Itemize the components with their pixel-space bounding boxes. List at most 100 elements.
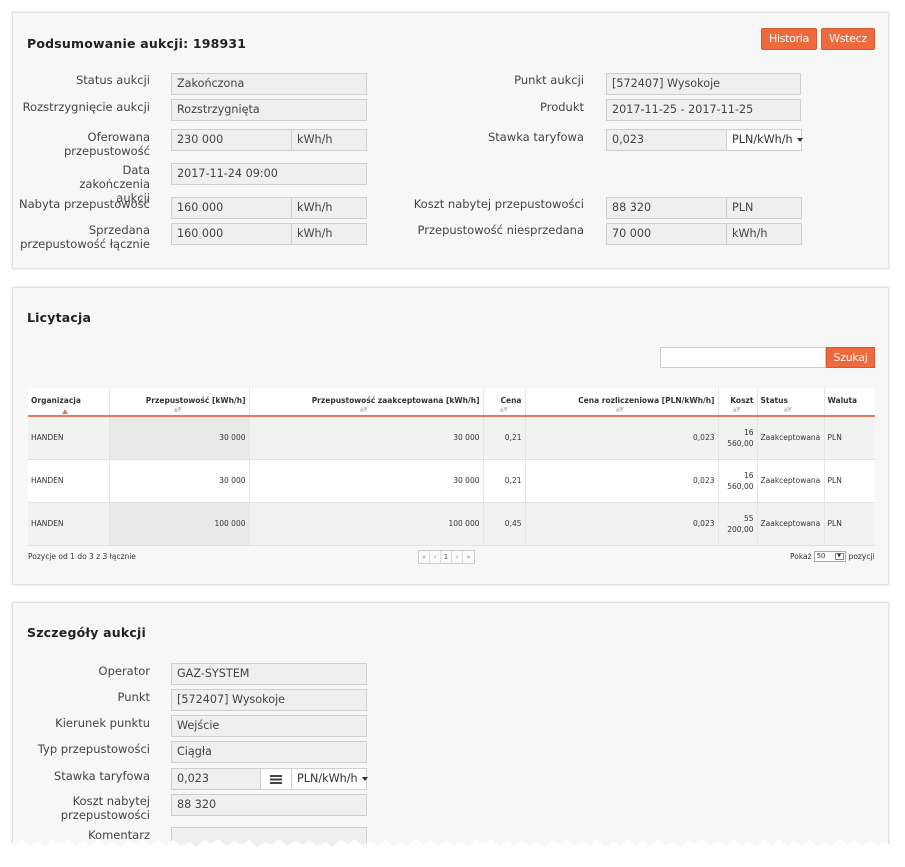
acquired-capacity-label: Nabyta przepustowość xyxy=(19,197,150,211)
auction-point-field: [572407] Wysokoje xyxy=(606,73,801,95)
table-row[interactable]: HANDEN 30 000 30 000 0,21 0,023 16 560,00… xyxy=(28,459,875,503)
operator-label: Operator xyxy=(98,664,150,678)
table-info: Pozycje od 1 do 3 z 3 łącznie xyxy=(28,552,136,561)
cell-cost: 16 560,00 xyxy=(718,416,758,460)
list-icon xyxy=(270,774,282,784)
status-field: Zakończona xyxy=(171,73,367,95)
torn-edge-decoration xyxy=(0,839,905,867)
table-row[interactable]: HANDEN 100 000 100 000 0,45 0,023 55 200,… xyxy=(28,502,875,546)
tariff-label: Stawka taryfowa xyxy=(487,130,584,144)
resolution-field: Rozstrzygnięta xyxy=(171,99,367,121)
sold-capacity-field: 160 000 xyxy=(171,223,292,245)
offered-capacity-field: 230 000 xyxy=(171,129,292,151)
end-date-field: 2017-11-24 09:00 xyxy=(171,163,367,185)
first-page-button[interactable]: « xyxy=(419,551,430,563)
auction-summary-panel: Podsumowanie aukcji: 198931 Historia Wst… xyxy=(12,12,889,269)
acquired-capacity-unit: kWh/h xyxy=(291,197,367,219)
offered-capacity-unit: kWh/h xyxy=(291,129,367,151)
next-page-button[interactable]: › xyxy=(452,551,463,563)
details-title: Szczegóły aukcji xyxy=(27,625,146,640)
direction-label: Kierunek punktu xyxy=(55,716,150,730)
details-tariff-unit-value: PLN/kWh/h xyxy=(297,772,358,785)
tariff-list-button[interactable] xyxy=(260,768,292,790)
col-currency[interactable]: Waluta xyxy=(824,388,875,417)
offered-capacity-label: Oferowana przepustowość xyxy=(63,130,150,158)
sort-icon: ▲▼ xyxy=(783,406,792,413)
sort-icon: ▲▼ xyxy=(499,406,508,413)
col-capacity[interactable]: Przepustowość [kWh/h] ▲▼ xyxy=(109,388,250,417)
caret-down-icon xyxy=(361,777,368,781)
page-size-control: Pokaż 50 ▼ pozycji xyxy=(790,551,875,562)
sold-capacity-unit: kWh/h xyxy=(291,223,367,245)
cost-label: Koszt nabytej przepustowości xyxy=(413,197,584,211)
col-organization[interactable]: Organizacja xyxy=(28,388,110,417)
product-field: 2017-11-25 - 2017-11-25 xyxy=(606,99,801,121)
point-field: [572407] Wysokoje xyxy=(171,689,367,711)
col-cost[interactable]: Koszt ▲▼ xyxy=(718,388,758,417)
sort-icon: ▲▼ xyxy=(615,406,624,413)
cell-organization: HANDEN xyxy=(28,416,110,460)
col-settlement-price[interactable]: Cena rozliczeniowa [PLN/kWh/h] ▲▼ xyxy=(525,388,719,417)
cell-price: 0,21 xyxy=(483,459,526,503)
col-price[interactable]: Cena ▲▼ xyxy=(483,388,526,417)
cell-currency: PLN xyxy=(824,416,875,460)
sort-icon: ▲▼ xyxy=(732,406,741,413)
col-status[interactable]: Status ▲▼ xyxy=(757,388,825,417)
cell-price: 0,21 xyxy=(483,416,526,460)
cell-status: Zaakceptowana xyxy=(757,459,825,503)
chevron-down-icon: ▼ xyxy=(834,553,844,560)
cell-cost: 16 560,00 xyxy=(718,459,758,503)
cost-field: 88 320 xyxy=(606,197,727,219)
details-cost-label: Koszt nabytej przepustowości xyxy=(60,794,150,822)
last-page-button[interactable]: » xyxy=(463,551,474,563)
cost-unit: PLN xyxy=(726,197,802,219)
details-tariff-field: 0,023 xyxy=(171,768,261,790)
sort-icon: ▲▼ xyxy=(359,406,368,413)
bidding-title: Licytacja xyxy=(27,310,92,325)
operator-field: GAZ-SYSTEM xyxy=(171,663,367,685)
capacity-type-label: Typ przepustowości xyxy=(37,742,150,756)
tariff-unit-dropdown[interactable]: PLN/kWh/h xyxy=(726,129,803,151)
cell-price: 0,45 xyxy=(483,502,526,546)
details-tariff-label: Stawka taryfowa xyxy=(53,769,150,783)
cell-currency: PLN xyxy=(824,502,875,546)
back-button[interactable]: Wstecz xyxy=(821,28,875,50)
history-button[interactable]: Historia xyxy=(761,28,817,50)
search-input[interactable] xyxy=(660,347,826,368)
pagination: « ‹ 1 › » xyxy=(418,550,475,564)
unsold-capacity-field: 70 000 xyxy=(606,223,727,245)
cell-accepted-capacity: 100 000 xyxy=(249,502,484,546)
table-row[interactable]: HANDEN 30 000 30 000 0,21 0,023 16 560,00… xyxy=(28,416,875,460)
page-size-select[interactable]: 50 ▼ xyxy=(813,551,846,562)
status-label: Status aukcji xyxy=(75,73,150,87)
cell-settlement-price: 0,023 xyxy=(525,459,719,503)
cell-status: Zaakceptowana xyxy=(757,502,825,546)
cell-settlement-price: 0,023 xyxy=(525,502,719,546)
unsold-capacity-unit: kWh/h xyxy=(726,223,802,245)
sort-asc-icon xyxy=(62,409,68,414)
sort-icon: ▲▼ xyxy=(173,406,182,413)
sold-capacity-label: Sprzedana przepustowość łącznie xyxy=(20,223,150,251)
page-1-button[interactable]: 1 xyxy=(441,551,452,563)
details-tariff-unit-dropdown[interactable]: PLN/kWh/h xyxy=(291,768,368,790)
cell-capacity: 30 000 xyxy=(109,459,250,503)
cell-accepted-capacity: 30 000 xyxy=(249,416,484,460)
bids-table: Organizacja Przepustowość [kWh/h] ▲▼ Prz… xyxy=(28,388,875,546)
show-label: Pokaż xyxy=(790,552,812,561)
auction-details-panel: Szczegóły aukcji Operator GAZ-SYSTEM Pun… xyxy=(12,602,889,867)
col-accepted-capacity[interactable]: Przepustowość zaakceptowana [kWh/h] ▲▼ xyxy=(249,388,484,417)
tariff-unit-value: PLN/kWh/h xyxy=(732,133,793,146)
cell-status: Zaakceptowana xyxy=(757,416,825,460)
direction-field: Wejście xyxy=(171,715,367,737)
unsold-capacity-label: Przepustowość niesprzedana xyxy=(417,223,584,237)
point-label: Punkt xyxy=(117,690,150,704)
cell-organization: HANDEN xyxy=(28,502,110,546)
cell-settlement-price: 0,023 xyxy=(525,416,719,460)
product-label: Produkt xyxy=(539,100,584,114)
summary-title: Podsumowanie aukcji: 198931 xyxy=(27,36,247,51)
cell-capacity: 100 000 xyxy=(109,502,250,546)
search-button[interactable]: Szukaj xyxy=(826,347,875,368)
cell-capacity: 30 000 xyxy=(109,416,250,460)
tariff-field: 0,023 xyxy=(606,129,727,151)
prev-page-button[interactable]: ‹ xyxy=(430,551,441,563)
